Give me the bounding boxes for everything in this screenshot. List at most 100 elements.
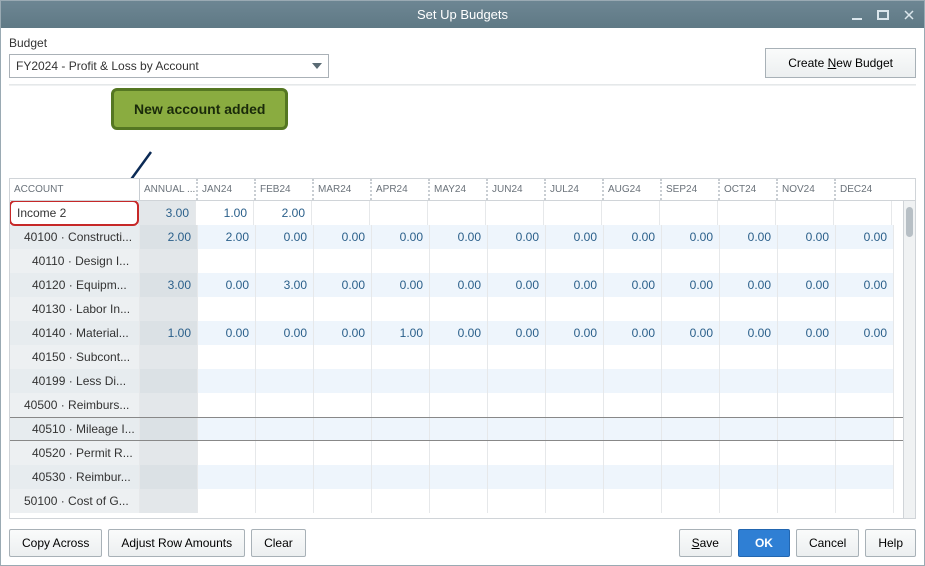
month-cell[interactable] <box>778 249 836 273</box>
col-header-month-2[interactable]: MAR24 <box>314 179 372 200</box>
annual-cell[interactable] <box>140 369 198 393</box>
annual-cell[interactable]: 1.00 <box>140 321 198 345</box>
month-cell[interactable] <box>198 393 256 417</box>
month-cell[interactable] <box>720 465 778 489</box>
scroll-thumb[interactable] <box>906 207 913 237</box>
month-cell[interactable] <box>544 201 602 225</box>
month-cell[interactable] <box>372 249 430 273</box>
col-header-month-7[interactable]: AUG24 <box>604 179 662 200</box>
month-cell[interactable] <box>430 393 488 417</box>
month-cell[interactable] <box>428 201 486 225</box>
table-row[interactable]: 40530 · Reimbur... <box>10 465 915 489</box>
account-cell[interactable]: Income 2 <box>10 201 139 226</box>
month-cell[interactable]: 0.00 <box>836 321 894 345</box>
help-button[interactable]: Help <box>865 529 916 557</box>
month-cell[interactable] <box>604 418 662 440</box>
month-cell[interactable] <box>718 201 776 225</box>
month-cell[interactable] <box>372 441 430 465</box>
month-cell[interactable] <box>720 418 778 440</box>
col-header-month-6[interactable]: JUL24 <box>546 179 604 200</box>
month-cell[interactable] <box>198 489 256 513</box>
month-cell[interactable] <box>430 345 488 369</box>
minimize-icon[interactable] <box>848 6 866 24</box>
table-row[interactable]: 40510 · Mileage I... <box>10 417 915 441</box>
month-cell[interactable] <box>836 489 894 513</box>
month-cell[interactable] <box>662 441 720 465</box>
month-cell[interactable] <box>430 369 488 393</box>
month-cell[interactable] <box>372 369 430 393</box>
month-cell[interactable] <box>660 201 718 225</box>
month-cell[interactable]: 0.00 <box>314 225 372 249</box>
month-cell[interactable] <box>778 297 836 321</box>
month-cell[interactable]: 0.00 <box>256 321 314 345</box>
month-cell[interactable]: 0.00 <box>372 225 430 249</box>
month-cell[interactable] <box>836 441 894 465</box>
month-cell[interactable] <box>720 249 778 273</box>
col-header-annual[interactable]: ANNUAL ... <box>140 179 198 200</box>
month-cell[interactable] <box>314 297 372 321</box>
month-cell[interactable] <box>314 393 372 417</box>
month-cell[interactable]: 0.00 <box>372 273 430 297</box>
budget-dropdown[interactable]: FY2024 - Profit & Loss by Account <box>9 54 329 78</box>
account-cell[interactable]: 40110 · Design I... <box>10 249 140 273</box>
ok-button[interactable]: OK <box>738 529 790 557</box>
month-cell[interactable] <box>720 297 778 321</box>
annual-cell[interactable]: 3.00 <box>138 201 196 225</box>
month-cell[interactable] <box>314 345 372 369</box>
col-header-month-10[interactable]: NOV24 <box>778 179 836 200</box>
month-cell[interactable] <box>836 297 894 321</box>
month-cell[interactable] <box>836 369 894 393</box>
month-cell[interactable] <box>488 345 546 369</box>
account-cell[interactable]: 40199 · Less Di... <box>10 369 140 393</box>
month-cell[interactable] <box>430 418 488 440</box>
month-cell[interactable] <box>430 297 488 321</box>
month-cell[interactable] <box>488 489 546 513</box>
month-cell[interactable] <box>776 201 834 225</box>
cancel-button[interactable]: Cancel <box>796 529 859 557</box>
month-cell[interactable] <box>372 489 430 513</box>
month-cell[interactable] <box>256 393 314 417</box>
month-cell[interactable] <box>314 418 372 440</box>
month-cell[interactable] <box>662 297 720 321</box>
annual-cell[interactable]: 3.00 <box>140 273 198 297</box>
month-cell[interactable] <box>256 345 314 369</box>
month-cell[interactable] <box>488 441 546 465</box>
month-cell[interactable] <box>314 489 372 513</box>
col-header-month-3[interactable]: APR24 <box>372 179 430 200</box>
month-cell[interactable]: 0.00 <box>720 225 778 249</box>
account-cell[interactable]: 40100 · Constructi... <box>10 225 140 249</box>
month-cell[interactable]: 0.00 <box>720 273 778 297</box>
month-cell[interactable] <box>546 465 604 489</box>
account-cell[interactable]: 40520 · Permit R... <box>10 441 140 465</box>
month-cell[interactable] <box>198 345 256 369</box>
month-cell[interactable]: 0.00 <box>836 225 894 249</box>
month-cell[interactable]: 0.00 <box>314 273 372 297</box>
month-cell[interactable] <box>488 249 546 273</box>
table-row[interactable]: 40520 · Permit R... <box>10 441 915 465</box>
month-cell[interactable] <box>198 465 256 489</box>
account-cell[interactable]: 40150 · Subcont... <box>10 345 140 369</box>
annual-cell[interactable] <box>140 393 198 417</box>
account-cell[interactable]: 40500 · Reimburs... <box>10 393 140 417</box>
month-cell[interactable] <box>604 297 662 321</box>
table-row[interactable]: 40150 · Subcont... <box>10 345 915 369</box>
month-cell[interactable] <box>372 393 430 417</box>
month-cell[interactable] <box>778 418 836 440</box>
month-cell[interactable]: 0.00 <box>778 321 836 345</box>
col-header-month-5[interactable]: JUN24 <box>488 179 546 200</box>
annual-cell[interactable] <box>140 489 198 513</box>
account-cell[interactable]: 40510 · Mileage I... <box>10 418 140 440</box>
month-cell[interactable]: 0.00 <box>488 321 546 345</box>
month-cell[interactable]: 0.00 <box>314 321 372 345</box>
month-cell[interactable] <box>546 297 604 321</box>
month-cell[interactable]: 0.00 <box>662 273 720 297</box>
month-cell[interactable] <box>372 297 430 321</box>
month-cell[interactable]: 3.00 <box>256 273 314 297</box>
month-cell[interactable] <box>546 489 604 513</box>
month-cell[interactable] <box>486 201 544 225</box>
month-cell[interactable] <box>198 418 256 440</box>
month-cell[interactable] <box>720 441 778 465</box>
month-cell[interactable] <box>836 393 894 417</box>
table-row[interactable]: 40130 · Labor In... <box>10 297 915 321</box>
save-button[interactable]: Save <box>679 529 732 557</box>
